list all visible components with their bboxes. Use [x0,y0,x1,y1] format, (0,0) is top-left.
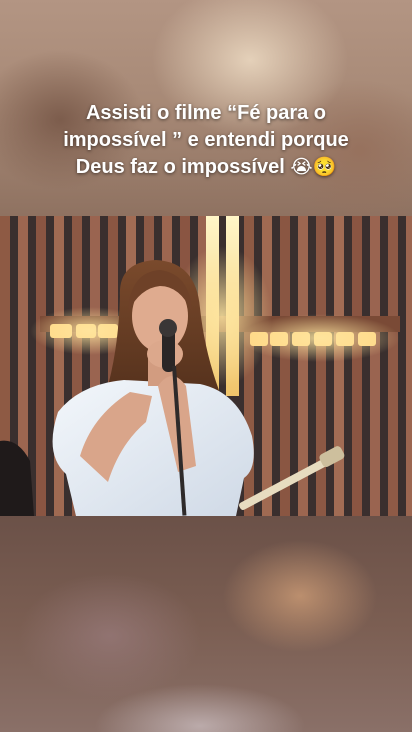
video-player[interactable] [0,216,412,516]
video-frame [0,216,412,516]
blurred-background-bottom [0,516,412,732]
caption: Assisti o filme “Fé para o impossível ” … [40,100,372,181]
caption-emojis: 😭🥺 [290,156,337,178]
